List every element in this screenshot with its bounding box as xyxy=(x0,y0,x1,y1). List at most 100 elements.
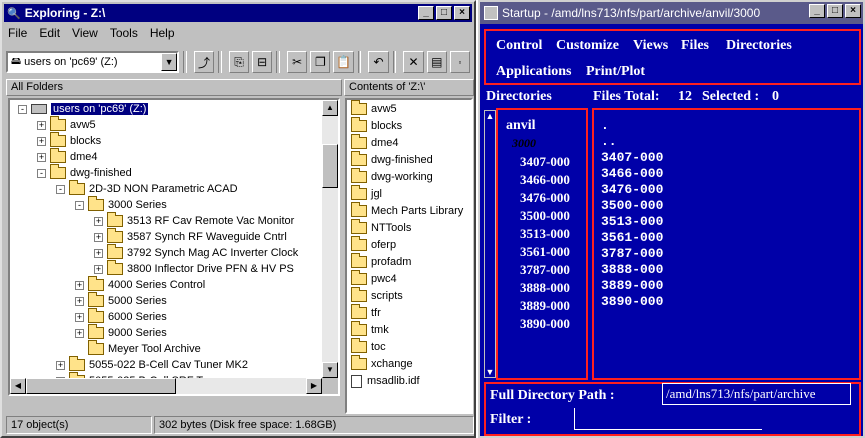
tree-item[interactable]: + dme4 xyxy=(37,148,98,165)
chevron-down-icon[interactable]: ▼ xyxy=(161,53,178,71)
startup-titlebar[interactable]: Startup - /amd/lns713/nfs/part/archive/a… xyxy=(480,2,863,24)
dir-item[interactable]: 3890-000 xyxy=(520,316,570,332)
dir-item[interactable]: 3889-000 xyxy=(520,298,570,314)
menu-directories[interactable]: Directories xyxy=(726,38,792,54)
list-item[interactable]: Mech Parts Library xyxy=(351,202,463,219)
folder-tree[interactable]: - users on 'pc69' (Z:) + avw5 + blocks + dme4- d… xyxy=(8,98,340,396)
window-menu-icon[interactable] xyxy=(484,6,498,20)
menu-files[interactable]: Files xyxy=(681,38,709,54)
file-item[interactable]: 3500-000 xyxy=(601,198,663,213)
dir-item[interactable]: 3476-000 xyxy=(520,190,570,206)
expand-icon[interactable]: + xyxy=(37,136,46,146)
properties-icon[interactable]: ▤ xyxy=(426,51,447,73)
list-item[interactable]: dwg-finished xyxy=(351,151,433,168)
disconnect-drive-icon[interactable]: ⊟ xyxy=(252,51,273,73)
tree-item[interactable]: + blocks xyxy=(37,132,101,149)
minimize-button[interactable]: _ xyxy=(418,6,434,20)
file-item[interactable]: 3890-000 xyxy=(601,294,663,309)
scroll-left-icon[interactable]: ◀ xyxy=(10,378,26,394)
file-item[interactable]: 3889-000 xyxy=(601,278,663,293)
tree-item[interactable]: +5055-022 B-Cell Cav Tuner MK2 xyxy=(56,356,248,373)
menu-tools[interactable]: Tools xyxy=(110,26,138,40)
copy-icon[interactable]: ❐ xyxy=(310,51,331,73)
tree-item[interactable]: - 2D-3D NON Parametric ACAD xyxy=(56,180,238,197)
expand-icon[interactable]: + xyxy=(75,280,84,290)
expand-icon[interactable]: + xyxy=(56,360,65,370)
scroll-down-icon[interactable]: ▼ xyxy=(322,362,338,378)
tree-horizontal-scrollbar[interactable]: ◀ ▶ xyxy=(10,378,322,394)
dir-item[interactable]: 3407-000 xyxy=(520,154,570,170)
close-button[interactable]: × xyxy=(454,6,470,20)
list-item[interactable]: scripts xyxy=(351,287,403,304)
list-item[interactable]: NTTools xyxy=(351,219,411,236)
list-item[interactable]: tmk xyxy=(351,321,389,338)
scroll-up-icon[interactable]: ▲ xyxy=(322,100,338,116)
collapse-icon[interactable]: - xyxy=(75,200,84,210)
tree-item[interactable]: +6000 Series xyxy=(75,308,167,325)
tree-item[interactable]: +3800 Inflector Drive PFN & HV PS xyxy=(94,260,294,277)
menu-edit[interactable]: Edit xyxy=(39,26,60,40)
tree-item[interactable]: +3513 RF Cav Remote Vac Monitor xyxy=(94,212,294,229)
expand-icon[interactable]: + xyxy=(94,264,103,274)
expand-icon[interactable]: + xyxy=(75,312,84,322)
paste-icon[interactable]: 📋 xyxy=(333,51,354,73)
list-item[interactable]: avw5 xyxy=(351,100,397,117)
menu-customize[interactable]: Customize xyxy=(556,38,619,54)
list-item[interactable]: jgl xyxy=(351,185,382,202)
scroll-up-icon[interactable]: ▲ xyxy=(485,111,495,121)
collapse-icon[interactable]: - xyxy=(56,184,65,194)
filter-input[interactable] xyxy=(574,408,762,430)
tree-item[interactable]: +4000 Series Control xyxy=(75,276,205,293)
delete-icon[interactable]: ✕ xyxy=(403,51,424,73)
file-item[interactable]: 3787-000 xyxy=(601,246,663,261)
list-item[interactable]: msadlib.idf xyxy=(351,373,420,389)
menu-print-plot[interactable]: Print/Plot xyxy=(586,64,645,80)
dir-item[interactable]: 3513-000 xyxy=(520,226,570,242)
undo-icon[interactable]: ↶ xyxy=(368,51,389,73)
expand-icon[interactable]: + xyxy=(37,120,46,130)
file-item[interactable]: 3888-000 xyxy=(601,262,663,277)
full-path-field[interactable]: /amd/lns713/nfs/part/archive xyxy=(662,383,851,405)
dir-item[interactable]: 3466-000 xyxy=(520,172,570,188)
expand-icon[interactable]: + xyxy=(75,296,84,306)
tree-item[interactable]: +3587 Synch RF Waveguide Cntrl xyxy=(94,228,287,245)
file-item[interactable]: 3476-000 xyxy=(601,182,663,197)
dir-scrollbar[interactable]: ▲ ▼ xyxy=(484,110,496,378)
collapse-icon[interactable]: - xyxy=(18,104,27,114)
drive-combo[interactable]: 🖴 users on 'pc69' (Z:) ▼ xyxy=(6,51,180,73)
tree-scroll-thumb[interactable] xyxy=(322,144,338,188)
tree-item[interactable]: - users on 'pc69' (Z:) xyxy=(18,101,149,117)
list-item[interactable]: oferp xyxy=(351,236,396,253)
expand-icon[interactable]: + xyxy=(94,232,103,242)
menu-control[interactable]: Control xyxy=(496,38,542,54)
menu-help[interactable]: Help xyxy=(150,26,175,40)
list-item[interactable]: dme4 xyxy=(351,134,399,151)
tree-item[interactable]: - 3000 Series xyxy=(75,196,167,213)
dir-item[interactable]: 3500-000 xyxy=(520,208,570,224)
list-item[interactable]: dwg-working xyxy=(351,168,433,185)
maximize-button[interactable]: □ xyxy=(436,6,452,20)
tree-item[interactable]: + avw5 xyxy=(37,116,96,133)
list-item[interactable]: toc xyxy=(351,338,386,355)
menu-file[interactable]: File xyxy=(8,26,27,40)
maximize-button[interactable]: □ xyxy=(827,4,843,18)
tree-item[interactable]: +9000 Series xyxy=(75,324,167,341)
expand-icon[interactable]: + xyxy=(37,152,46,162)
map-drive-icon[interactable]: ⎘ xyxy=(228,51,250,73)
list-item[interactable]: xchange xyxy=(351,355,413,372)
expand-icon[interactable]: + xyxy=(94,216,103,226)
menu-applications[interactable]: Applications xyxy=(496,64,571,80)
list-item[interactable]: tfr xyxy=(351,304,381,321)
file-item[interactable]: 3561-000 xyxy=(601,230,663,245)
tree-item[interactable]: +5000 Series xyxy=(75,292,167,309)
collapse-icon[interactable]: - xyxy=(37,168,46,178)
file-item[interactable]: 3513-000 xyxy=(601,214,663,229)
menu-view[interactable]: View xyxy=(72,26,98,40)
tree-item[interactable]: Meyer Tool Archive xyxy=(75,340,201,357)
menu-views[interactable]: Views xyxy=(633,38,668,54)
dir-item[interactable]: 3787-000 xyxy=(520,262,570,278)
view-large-icons-icon[interactable]: ▫ xyxy=(449,51,471,73)
file-item[interactable]: . xyxy=(601,118,609,133)
file-item[interactable]: 3407-000 xyxy=(601,150,663,165)
expand-icon[interactable]: + xyxy=(75,328,84,338)
